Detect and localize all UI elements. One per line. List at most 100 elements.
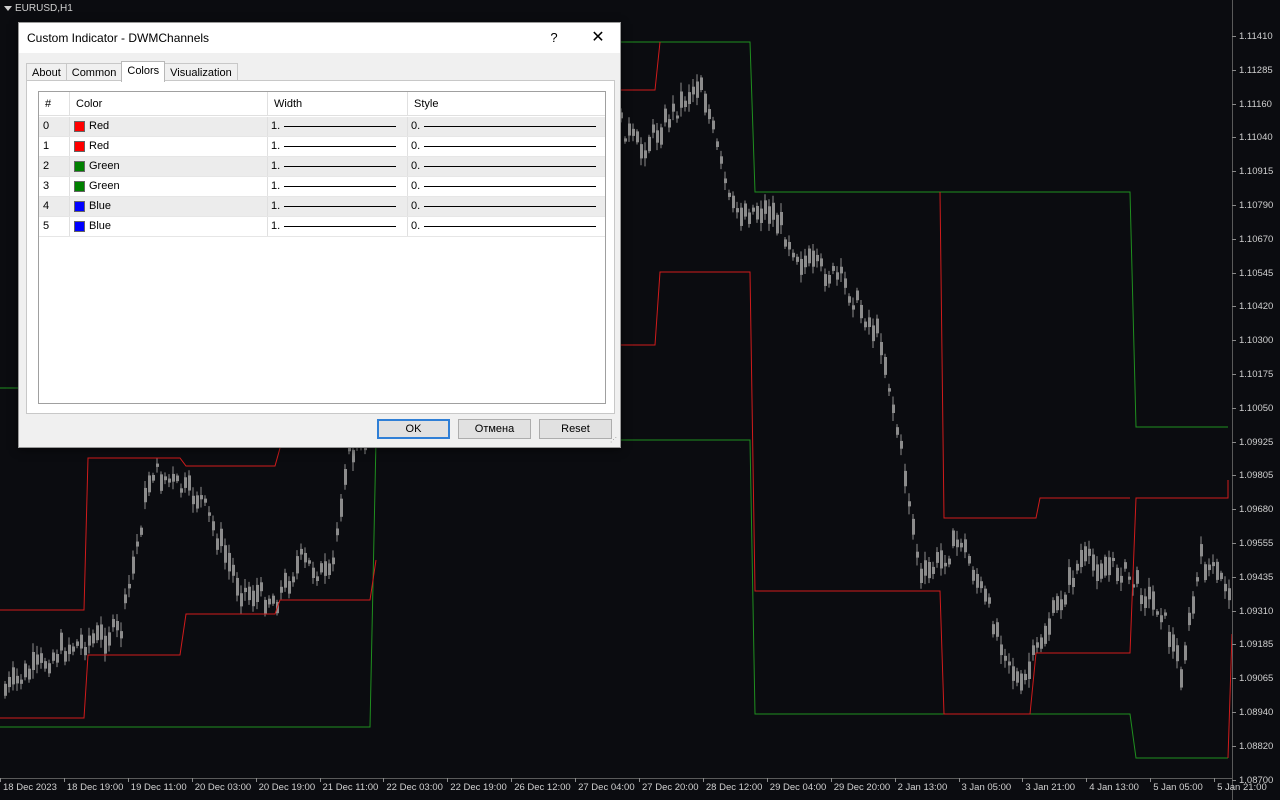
candle-body bbox=[960, 542, 963, 548]
style-cell[interactable]: 0. bbox=[408, 217, 606, 236]
candle-body bbox=[660, 127, 663, 145]
header-index[interactable]: # bbox=[39, 92, 70, 116]
candle-body bbox=[644, 150, 647, 159]
cancel-button[interactable]: Отмена bbox=[458, 419, 531, 439]
dialog-titlebar[interactable]: Custom Indicator - DWMChannels ? ✕ bbox=[19, 23, 620, 53]
color-row[interactable]: 0 Red 1. 0. bbox=[39, 117, 605, 137]
candle-body bbox=[216, 538, 219, 550]
color-row[interactable]: 5 Blue 1. 0. bbox=[39, 217, 605, 237]
candle-body bbox=[76, 641, 79, 646]
candle-body bbox=[1004, 655, 1007, 661]
candle-body bbox=[624, 138, 627, 142]
candle-body bbox=[108, 632, 111, 646]
close-button[interactable]: ✕ bbox=[585, 27, 611, 49]
candle-body bbox=[20, 679, 23, 684]
header-width[interactable]: Width bbox=[268, 92, 408, 116]
style-cell[interactable]: 0. bbox=[408, 137, 606, 156]
width-line-sample bbox=[284, 126, 397, 127]
upper-channel-line bbox=[620, 41, 1228, 428]
candle-body bbox=[248, 586, 251, 601]
candle-body bbox=[928, 561, 931, 579]
width-cell[interactable]: 1. bbox=[268, 137, 408, 156]
width-line-sample bbox=[284, 186, 397, 187]
width-cell[interactable]: 1. bbox=[268, 117, 408, 136]
candle-body bbox=[804, 255, 807, 268]
color-swatch bbox=[74, 201, 85, 212]
reset-button[interactable]: Reset bbox=[539, 419, 612, 439]
color-cell[interactable]: Red bbox=[70, 137, 268, 156]
candle-body bbox=[324, 561, 327, 576]
color-name: Blue bbox=[89, 220, 112, 232]
candle-body bbox=[1028, 661, 1031, 680]
candle-body bbox=[1148, 586, 1151, 600]
candle-body bbox=[1076, 563, 1079, 571]
candle-body bbox=[296, 556, 299, 574]
header-color[interactable]: Color bbox=[70, 92, 268, 116]
candle-body bbox=[320, 563, 323, 573]
color-name: Green bbox=[89, 160, 120, 172]
candle-body bbox=[740, 207, 743, 226]
width-cell[interactable]: 1. bbox=[268, 217, 408, 236]
color-cell[interactable]: Green bbox=[70, 177, 268, 196]
width-cell[interactable]: 1. bbox=[268, 177, 408, 196]
candle-body bbox=[788, 241, 791, 250]
lower-channel-line bbox=[620, 41, 661, 91]
candle-body bbox=[1100, 563, 1103, 579]
color-swatch bbox=[74, 121, 85, 132]
ok-button[interactable]: OK bbox=[377, 419, 450, 439]
candle-body bbox=[264, 599, 267, 614]
candle-body bbox=[1068, 567, 1071, 585]
candle-body bbox=[976, 573, 979, 588]
symbol-label: EURUSD,H1 bbox=[4, 3, 73, 14]
candle-body bbox=[1080, 549, 1083, 568]
candle-body bbox=[1116, 567, 1119, 581]
resize-grip-icon[interactable]: ⋰ bbox=[610, 437, 618, 445]
candle-body bbox=[912, 518, 915, 535]
style-cell[interactable]: 0. bbox=[408, 157, 606, 176]
candle-body bbox=[160, 474, 163, 491]
custom-indicator-dialog: Custom Indicator - DWMChannels ? ✕ About… bbox=[18, 22, 621, 448]
color-cell[interactable]: Blue bbox=[70, 217, 268, 236]
color-row[interactable]: 2 Green 1. 0. bbox=[39, 157, 605, 177]
color-cell[interactable]: Green bbox=[70, 157, 268, 176]
chevron-down-icon[interactable] bbox=[4, 6, 12, 11]
candle-body bbox=[852, 305, 855, 310]
color-row[interactable]: 1 Red 1. 0. bbox=[39, 137, 605, 157]
candle-body bbox=[1084, 546, 1087, 562]
candle-body bbox=[652, 124, 655, 133]
candle-body bbox=[1072, 577, 1075, 588]
color-row[interactable]: 3 Green 1. 0. bbox=[39, 177, 605, 197]
candle-body bbox=[228, 552, 231, 572]
candle-body bbox=[144, 487, 147, 503]
candle-body bbox=[896, 427, 899, 435]
row-index: 0 bbox=[39, 117, 70, 136]
candle-body bbox=[828, 274, 831, 284]
candle-body bbox=[244, 587, 247, 593]
color-cell[interactable]: Blue bbox=[70, 197, 268, 216]
width-cell[interactable]: 1. bbox=[268, 157, 408, 176]
style-cell[interactable]: 0. bbox=[408, 117, 606, 136]
header-style[interactable]: Style bbox=[408, 92, 606, 116]
candle-body bbox=[964, 539, 967, 553]
candle-body bbox=[1096, 564, 1099, 582]
help-button[interactable]: ? bbox=[544, 27, 564, 49]
candle-body bbox=[84, 647, 87, 656]
candle-body bbox=[280, 586, 283, 593]
candle-body bbox=[1128, 576, 1131, 580]
candle-body bbox=[640, 144, 643, 159]
style-cell[interactable]: 0. bbox=[408, 197, 606, 216]
candle-body bbox=[64, 651, 67, 662]
candle-body bbox=[872, 325, 875, 342]
color-row[interactable]: 4 Blue 1. 0. bbox=[39, 197, 605, 217]
candle-body bbox=[1200, 544, 1203, 557]
width-cell[interactable]: 1. bbox=[268, 197, 408, 216]
color-name: Blue bbox=[89, 200, 112, 212]
candle-body bbox=[856, 290, 859, 301]
candle-body bbox=[724, 178, 727, 184]
candle-body bbox=[1104, 556, 1107, 576]
candle-body bbox=[128, 583, 131, 589]
color-cell[interactable]: Red bbox=[70, 117, 268, 136]
style-cell[interactable]: 0. bbox=[408, 177, 606, 196]
tab-colors[interactable]: Colors bbox=[121, 61, 166, 82]
candle-body bbox=[708, 109, 711, 120]
